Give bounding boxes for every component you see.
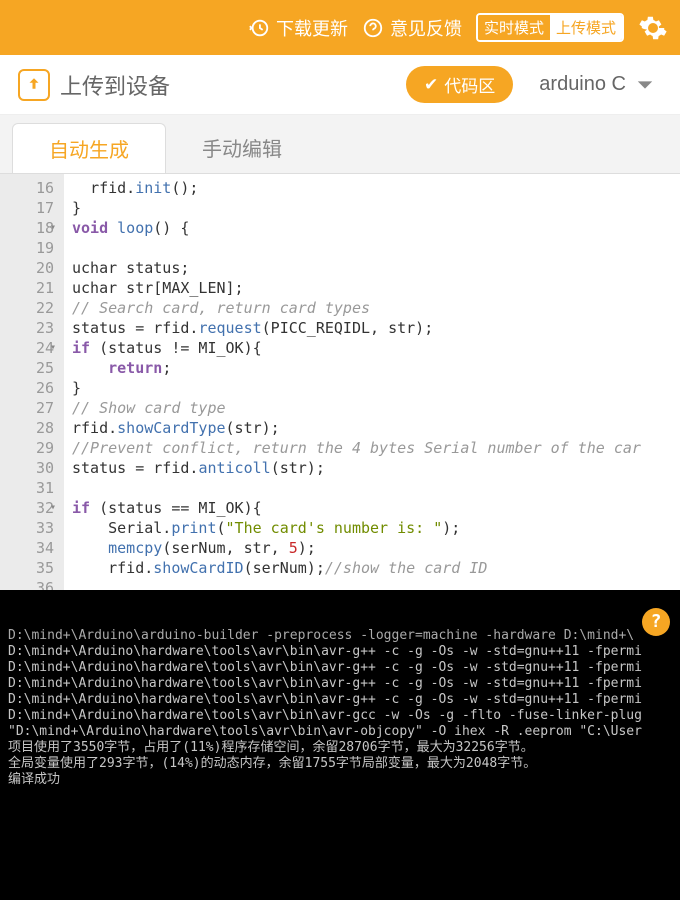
upload-to-device-label: 上传到设备 [60,69,170,101]
history-icon [248,17,270,39]
code-line[interactable]: uchar str[MAX_LEN]; [72,278,680,298]
code-line[interactable]: if (status != MI_OK){ [72,338,680,358]
language-select[interactable]: arduino C [531,69,662,100]
settings-button[interactable] [638,13,668,43]
line-number: 19 [0,238,54,258]
line-number: 33 [0,518,54,538]
tab-auto-generate[interactable]: 自动生成 [12,123,166,173]
code-content[interactable]: rfid.init();}void loop() {uchar status;u… [64,174,680,590]
code-line[interactable]: if (status == MI_OK){ [72,498,680,518]
code-editor[interactable]: 1617181920212223242526272829303132333435… [0,173,680,590]
line-number: 32 [0,498,54,518]
console-line: D:\mind+\Arduino\hardware\tools\avr\bin\… [8,644,672,660]
tab-manual-edit[interactable]: 手动编辑 [166,123,318,173]
console-line: D:\mind+\Arduino\arduino-builder -prepro… [8,628,672,644]
line-number: 34 [0,538,54,558]
line-number: 30 [0,458,54,478]
code-line[interactable]: rfid.init(); [72,178,680,198]
feedback-icon [362,17,384,39]
code-line[interactable]: //Prevent conflict, return the 4 bytes S… [72,438,680,458]
download-update-label: 下载更新 [276,15,348,41]
line-gutter: 1617181920212223242526272829303132333435… [0,174,64,590]
line-number: 16 [0,178,54,198]
upload-icon [18,69,50,101]
upload-to-device-button[interactable]: 上传到设备 [18,69,170,101]
line-number: 20 [0,258,54,278]
line-number: 29 [0,438,54,458]
line-number: 18 [0,218,54,238]
chevron-down-icon [636,79,654,91]
line-number: 27 [0,398,54,418]
gear-icon [638,13,668,43]
code-line[interactable]: return; [72,358,680,378]
upload-mode-button[interactable]: 上传模式 [550,15,622,40]
realtime-mode-button[interactable]: 实时模式 [478,15,550,40]
code-line[interactable]: uchar status; [72,258,680,278]
code-tabbar: 自动生成 手动编辑 [0,115,680,173]
console-line: D:\mind+\Arduino\hardware\tools\avr\bin\… [8,708,672,724]
code-line[interactable]: rfid.showCardID(serNum);//show the card … [72,558,680,578]
code-line[interactable]: status = rfid.request(PICC_REQIDL, str); [72,318,680,338]
code-line[interactable]: memcpy(serNum, str, 5); [72,538,680,558]
code-line[interactable] [72,578,680,590]
feedback-label: 意见反馈 [390,15,462,41]
line-number: 36 [0,578,54,590]
console-line: D:\mind+\Arduino\hardware\tools\avr\bin\… [8,660,672,676]
line-number: 28 [0,418,54,438]
console-line: 项目使用了3550字节，占用了(11%)程序存储空间，余留28706字节，最大为… [8,740,672,756]
code-area-pill[interactable]: ✔ 代码区 [406,66,513,103]
line-number: 25 [0,358,54,378]
line-number: 22 [0,298,54,318]
code-line[interactable]: rfid.showCardType(str); [72,418,680,438]
language-value: arduino C [539,73,626,96]
code-line[interactable]: Serial.print("The card's number is: "); [72,518,680,538]
code-line[interactable]: status = rfid.anticoll(str); [72,458,680,478]
code-line[interactable]: // Show card type [72,398,680,418]
build-console[interactable]: ? D:\mind+\Arduino\arduino-builder -prep… [0,590,680,900]
console-line: "D:\mind+\Arduino\hardware\tools\avr\bin… [8,724,672,740]
code-area-label: 代码区 [444,72,495,97]
line-number: 26 [0,378,54,398]
line-number: 21 [0,278,54,298]
code-line[interactable]: // Search card, return card types [72,298,680,318]
console-line: 全局变量使用了293字节，(14%)的动态内存，余留1755字节局部变量，最大为… [8,756,672,772]
code-line[interactable] [72,238,680,258]
code-line[interactable]: void loop() { [72,218,680,238]
sub-toolbar-right: ✔ 代码区 arduino C [406,66,662,103]
top-toolbar: 下载更新 意见反馈 实时模式 上传模式 [0,0,680,55]
console-line: D:\mind+\Arduino\hardware\tools\avr\bin\… [8,676,672,692]
code-line[interactable]: } [72,198,680,218]
line-number: 24 [0,338,54,358]
help-button[interactable]: ? [642,608,670,636]
download-update-button[interactable]: 下载更新 [248,15,348,41]
line-number: 17 [0,198,54,218]
line-number: 31 [0,478,54,498]
feedback-button[interactable]: 意见反馈 [362,15,462,41]
line-number: 35 [0,558,54,578]
mode-toggle: 实时模式 上传模式 [476,13,624,42]
code-line[interactable] [72,478,680,498]
check-icon: ✔ [424,75,438,95]
console-line: D:\mind+\Arduino\hardware\tools\avr\bin\… [8,692,672,708]
console-line: 编译成功 [8,772,672,788]
line-number: 23 [0,318,54,338]
sub-toolbar: 上传到设备 ✔ 代码区 arduino C [0,55,680,115]
code-line[interactable]: } [72,378,680,398]
